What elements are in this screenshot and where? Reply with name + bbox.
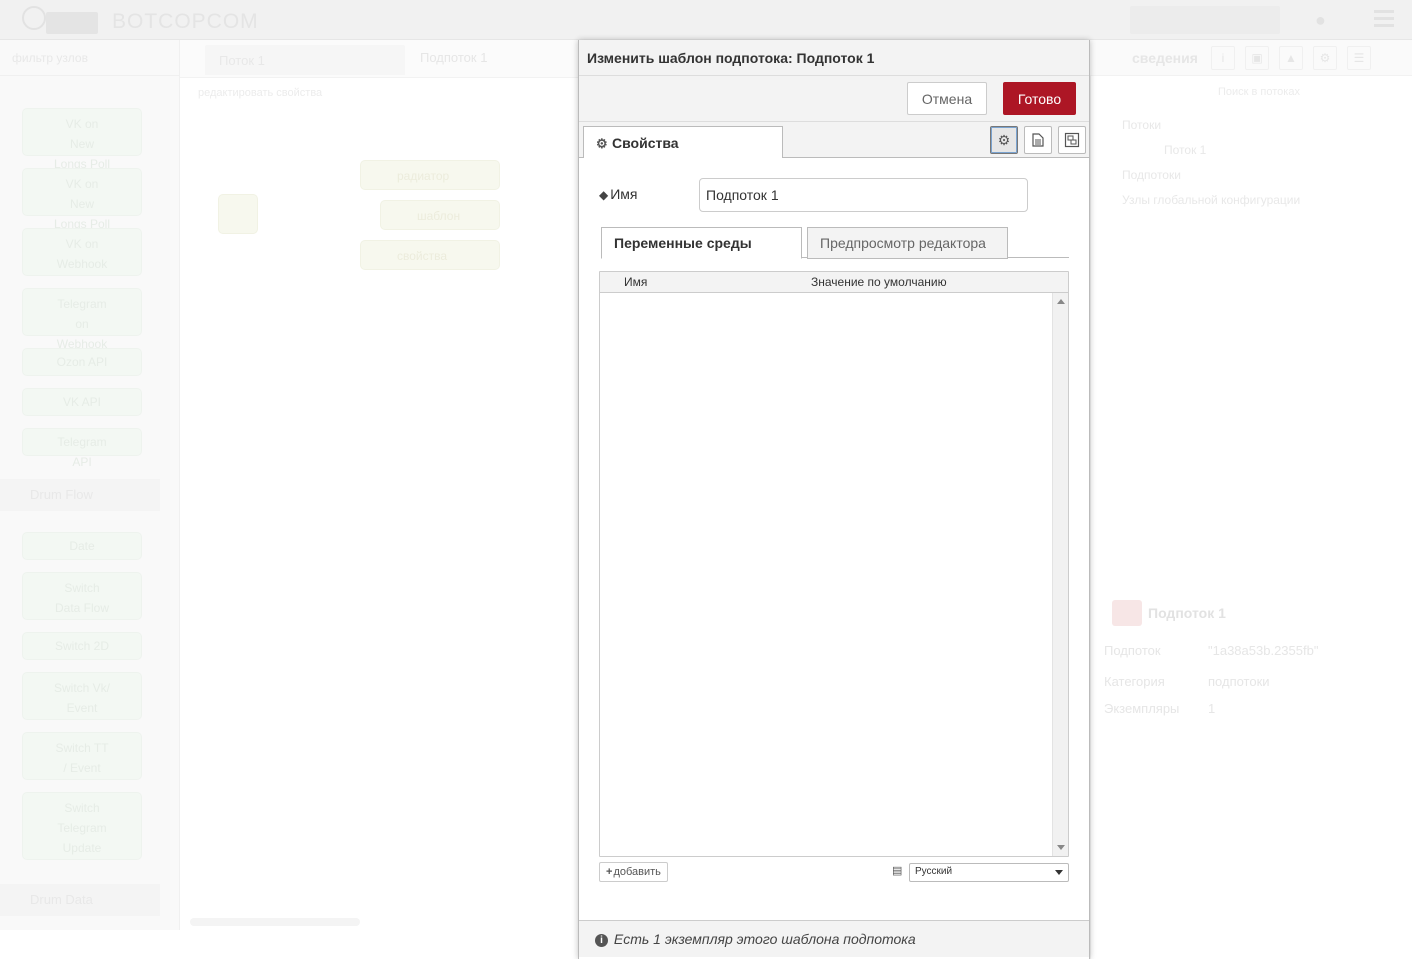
gear-icon: ⚙ — [596, 136, 608, 151]
description-view-button[interactable] — [1024, 126, 1052, 154]
palette-node[interactable]: VK on New Longs Poll — [22, 108, 142, 171]
sidebar-tree-item[interactable]: Узлы глобальной конфигурации — [1122, 193, 1300, 207]
book-icon[interactable]: ▣ — [1245, 46, 1269, 70]
palette-node[interactable]: Switch Vk/ Event — [22, 672, 142, 720]
sidebar-tree-item[interactable]: Поток 1 — [1164, 143, 1206, 157]
workspace-node[interactable]: свойства — [360, 240, 500, 270]
sidebar-info-title: Подпоток 1 — [1112, 600, 1402, 628]
language-icon: ▤ — [892, 865, 903, 877]
object-group-icon — [1064, 132, 1080, 148]
chevron-down-icon — [1055, 870, 1063, 875]
palette-node[interactable]: VK on New Longs Poll — [22, 168, 142, 231]
tab-properties[interactable]: ⚙ Свойства — [583, 126, 783, 159]
palette-node[interactable]: Telegram API — [22, 428, 142, 469]
deploy-button[interactable] — [1130, 6, 1280, 34]
palette-search[interactable]: фильтр узлов — [0, 40, 180, 76]
done-button[interactable]: Готово — [1003, 82, 1076, 115]
palette-node[interactable]: Ozon API — [22, 348, 142, 376]
palette-category[interactable]: Drum Flow — [0, 479, 160, 511]
sidebar-info-row: Подпоток "1a38a53b.2355fb" — [1104, 643, 1319, 658]
info-tab-icon[interactable]: i — [1211, 46, 1235, 70]
palette-node[interactable]: Switch Telegram Update — [22, 792, 142, 860]
brand-name: BOTCOPCOM — [112, 10, 259, 33]
tab-flow[interactable]: Поток 1 — [205, 45, 405, 75]
add-env-button[interactable]: +добавить — [599, 862, 668, 882]
plus-icon: + — [606, 866, 613, 878]
palette-node[interactable]: Telegram on Webhook — [22, 288, 142, 351]
workspace-node-input[interactable] — [218, 194, 258, 234]
tray-toolbar: Отмена Готово — [579, 76, 1089, 122]
env-variables-list: Имя Значение по умолчанию — [599, 271, 1069, 857]
sidebar-title: сведения — [1132, 50, 1198, 66]
sidebar-tree-item[interactable]: Подпотоки — [1122, 168, 1181, 182]
appearance-view-button[interactable] — [1058, 126, 1086, 154]
workspace-node[interactable]: радиатор — [360, 160, 500, 190]
edit-subflow-template-tray: Изменить шаблон подпотока: Подпоток 1 От… — [578, 40, 1090, 959]
workspace-scrollbar[interactable] — [190, 918, 360, 926]
sidebar-info-row: Экземпляры 1 — [1104, 701, 1216, 716]
user-icon[interactable]: ● — [1315, 10, 1333, 30]
config-gear-icon[interactable]: ⚙ — [1313, 46, 1337, 70]
bug-icon[interactable]: ▲ — [1279, 46, 1303, 70]
workspace-node[interactable]: шаблон — [380, 200, 500, 230]
tab-properties-label: Свойства — [612, 135, 679, 151]
main-menu-icon[interactable] — [1374, 10, 1394, 28]
subflow-toolbar[interactable]: редактировать свойства — [180, 80, 580, 108]
file-text-icon — [1032, 133, 1044, 147]
palette-node[interactable]: Switch 2D — [22, 632, 142, 660]
tray-tabs: ⚙ Свойства ⚙ — [579, 122, 1089, 159]
env-column-default: Значение по умолчанию — [811, 275, 947, 289]
palette-node[interactable]: Date — [22, 532, 142, 560]
properties-view-button[interactable]: ⚙ — [990, 126, 1018, 154]
palette-node[interactable]: VK API — [22, 388, 142, 416]
sidebar-search[interactable]: Поиск в потоках — [1218, 86, 1402, 104]
tab-env-variables[interactable]: Переменные среды — [601, 227, 802, 259]
sidebar-info-row: Категория подпотоки — [1104, 674, 1270, 689]
palette-node[interactable]: Switch TT / Event — [22, 732, 142, 780]
tab-editor-preview[interactable]: Предпросмотр редактора — [807, 227, 1008, 259]
gear-icon: ⚙ — [997, 132, 1011, 148]
tray-title: Изменить шаблон подпотока: Подпоток 1 — [579, 40, 1089, 76]
language-select[interactable]: Русский — [909, 863, 1069, 882]
context-icon[interactable]: ☰ — [1347, 46, 1371, 70]
app-logo — [22, 6, 106, 34]
env-list-scrollbar[interactable] — [1052, 293, 1068, 856]
tray-body: ◆Имя Переменные среды Предпросмотр редак… — [579, 158, 1089, 920]
subtabs: Переменные среды Предпросмотр редактора — [601, 225, 1069, 259]
palette-node[interactable]: Switch Data Flow — [22, 572, 142, 620]
info-circle-icon: i — [595, 934, 608, 947]
cancel-button[interactable]: Отмена — [907, 82, 987, 115]
tab-subflow[interactable]: Подпоток 1 — [420, 50, 487, 65]
name-input[interactable] — [699, 178, 1028, 212]
palette-node[interactable]: VK on Webhook — [22, 228, 142, 276]
tray-footer: i Есть 1 экземпляр этого шаблона подпото… — [579, 920, 1089, 957]
sidebar-tree-item[interactable]: Потоки — [1122, 118, 1161, 132]
env-list-header: Имя Значение по умолчанию — [600, 272, 1068, 293]
name-label: ◆ Имя — [599, 186, 638, 202]
tag-icon: ◆ — [599, 188, 609, 202]
env-column-name: Имя — [624, 275, 648, 289]
palette-category[interactable]: Drum Data — [0, 884, 160, 916]
